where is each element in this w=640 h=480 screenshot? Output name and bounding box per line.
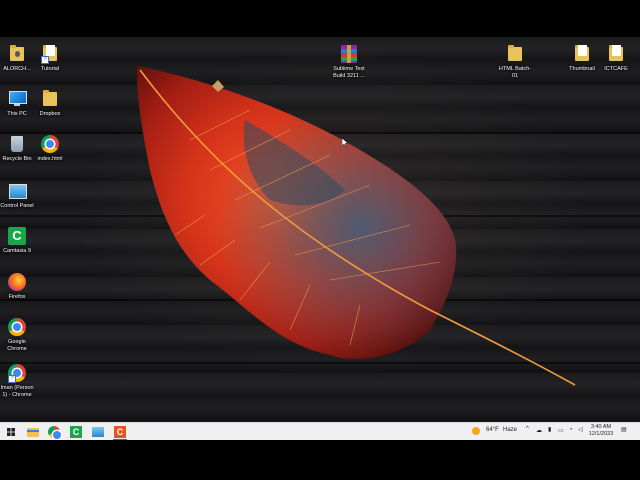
desktop-icon-chrome-profile[interactable]: ↗ Iman (Person 1) - Chrome — [0, 363, 34, 398]
dropbox-folder-icon — [43, 90, 57, 106]
desktop: ALORCH... ↗ Tutorial This PC Dropbox Rec… — [0, 37, 640, 422]
desktop-icon-label: Recycle Bin — [2, 156, 32, 162]
wifi-icon[interactable]: ◔ — [569, 427, 573, 433]
desktop-icon-dropbox[interactable]: Dropbox — [33, 89, 67, 118]
desktop-icon-label: Sublime Text Build 3211 ... — [333, 66, 365, 79]
desktop-icon-user[interactable]: ALORCH... — [0, 44, 34, 73]
desktop-icon-control-panel[interactable]: Control Panel — [0, 181, 34, 210]
desktop-icon-firefox[interactable]: Firefox — [0, 272, 34, 301]
desktop-icon-html-batch[interactable]: HTML Batch-01 — [498, 44, 532, 79]
desktop-icon-thumbnail[interactable]: Thumbnail — [565, 44, 599, 73]
file-explorer-icon[interactable] — [26, 425, 40, 439]
control-panel-icon — [9, 184, 27, 199]
taskbar: C C 64°F Haze ^ ☁ ▮ ▭ ◔ ◁ 3:40 AM 12/1/2… — [0, 422, 640, 441]
desktop-icon-recycle-bin[interactable]: Recycle Bin — [0, 134, 34, 163]
recycle-bin-icon — [11, 136, 23, 152]
desktop-icon-label: Thumbnail — [569, 66, 595, 72]
battery-icon[interactable]: ▭ — [558, 427, 564, 434]
weather-condition[interactable]: Haze — [503, 427, 517, 433]
control-panel-taskbar-icon[interactable] — [91, 425, 105, 439]
desktop-icon-label: ICTCAFE — [604, 66, 628, 72]
letterbox-bottom — [0, 440, 640, 480]
cloud-icon[interactable]: ☁ — [536, 427, 542, 434]
desktop-icon-camtasia[interactable]: C Camtasia 9 — [0, 226, 34, 255]
desktop-icon-label: Iman (Person 1) - Chrome — [0, 385, 34, 398]
desktop-icon-label: HTML Batch-01 — [498, 66, 532, 79]
this-pc-icon — [9, 91, 27, 104]
folder-icon — [508, 45, 522, 61]
desktop-icon-label: This PC — [7, 111, 27, 117]
clock[interactable]: 3:40 AM 12/1/2023 — [588, 424, 614, 438]
weather-temp[interactable]: 64°F — [486, 427, 499, 433]
recorder-taskbar-icon[interactable]: C — [113, 425, 127, 439]
desktop-icon-index-html[interactable]: index.html — [33, 134, 67, 163]
chrome-icon — [8, 318, 26, 336]
desktop-icon-label: index.html — [37, 156, 63, 162]
desktop-icon-google-chrome[interactable]: Google Chrome — [0, 317, 34, 352]
desktop-icon-label: Google Chrome — [7, 339, 27, 352]
volume-icon[interactable]: ◁ — [578, 426, 583, 433]
desktop-icon-this-pc[interactable]: This PC — [0, 89, 34, 118]
clock-date: 12/1/2023 — [588, 431, 614, 437]
chrome-icon — [41, 135, 59, 153]
mouse-cursor-icon — [342, 138, 348, 147]
chrome-taskbar-icon[interactable] — [47, 425, 61, 439]
clock-time: 3:40 AM — [590, 424, 612, 430]
weather-icon[interactable] — [472, 425, 480, 437]
camtasia-taskbar-icon[interactable]: C — [69, 425, 83, 439]
firefox-icon — [8, 273, 26, 291]
desktop-icon-label: Tutorial — [40, 66, 60, 72]
chevron-up-icon[interactable]: ^ — [526, 426, 529, 432]
microphone-icon[interactable]: ▮ — [548, 426, 551, 433]
notification-icon[interactable]: ▤ — [621, 426, 627, 433]
desktop-icon-label: Firefox — [8, 294, 26, 300]
desktop-icon-sublime-installer[interactable]: Sublime Text Build 3211 ... — [332, 44, 366, 79]
desktop-icon-label: Control Panel — [0, 203, 34, 209]
desktop-icon-ictcafe[interactable]: ICTCAFE — [599, 44, 633, 73]
desktop-icon-tutorial[interactable]: ↗ Tutorial — [33, 44, 67, 73]
wallpaper-leaf — [136, 66, 576, 386]
desktop-icon-label: Camtasia 9 — [3, 248, 31, 254]
desktop-icon-label: Dropbox — [39, 111, 61, 117]
windows-start-icon[interactable] — [4, 425, 18, 439]
camtasia-icon: C — [8, 227, 26, 245]
desktop-icon-label: ALORCH... — [3, 66, 31, 72]
